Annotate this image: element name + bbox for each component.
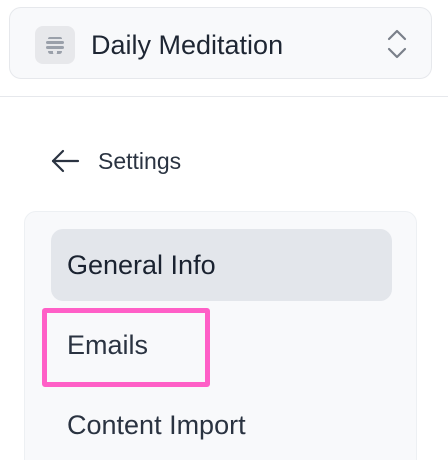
- nav-item-general-info[interactable]: General Info: [51, 229, 392, 301]
- back-link-label: Settings: [98, 148, 182, 174]
- workspace-name: Daily Meditation: [91, 30, 284, 60]
- beehive-icon: [46, 37, 64, 54]
- back-to-settings-link[interactable]: Settings: [50, 145, 181, 177]
- arrow-left-icon: [51, 149, 80, 173]
- workspace-selector[interactable]: Daily Meditation: [9, 7, 432, 79]
- nav-item-content-import[interactable]: Content Import: [51, 389, 392, 460]
- header-divider: [0, 96, 448, 97]
- workspace-logo: [35, 26, 75, 64]
- settings-page: Daily Meditation Settings General Info E…: [0, 0, 448, 460]
- settings-nav-panel: General Info Emails Content Import: [24, 211, 417, 460]
- nav-item-emails[interactable]: Emails: [51, 309, 211, 381]
- chevron-up-down-icon[interactable]: [386, 27, 408, 61]
